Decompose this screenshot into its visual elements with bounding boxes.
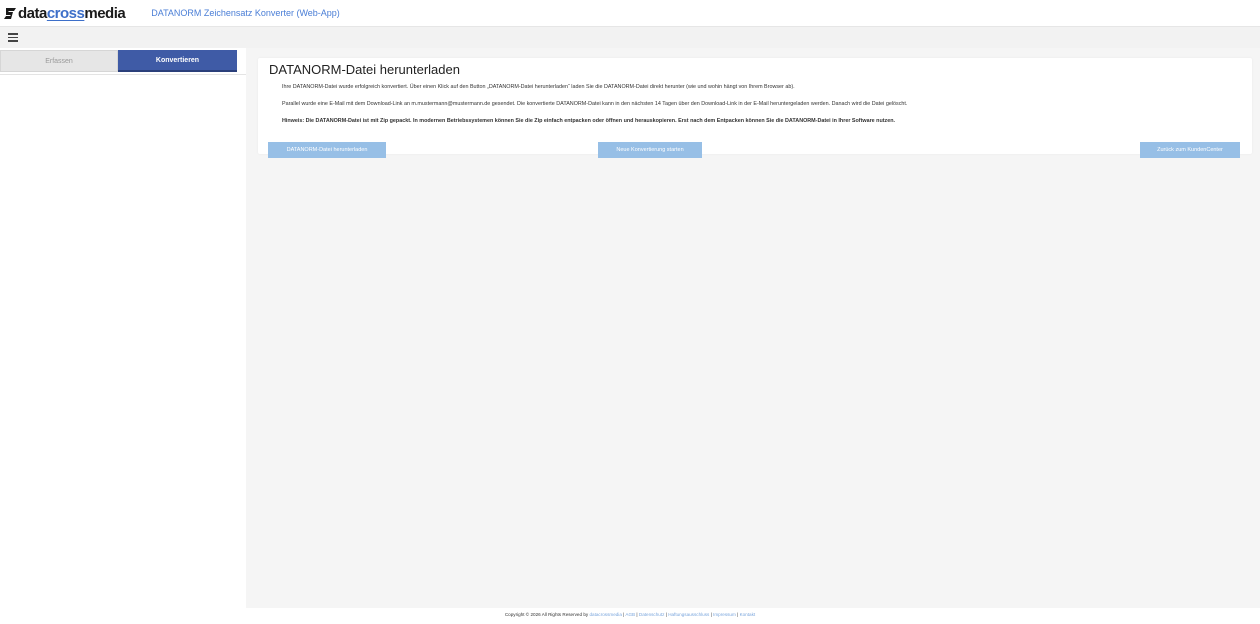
footer-sep: | [737,612,739,617]
footer-link-brand[interactable]: datacrossmedia [589,612,621,617]
sidebar: Erfassen Konvertieren [0,48,247,608]
page-title: DATANORM-Datei herunterladen [269,62,460,77]
hamburger-icon[interactable] [8,33,18,42]
success-text: Ihre DATANORM-Datei wurde erfolgreich ko… [282,84,795,90]
download-button[interactable]: DATANORM-Datei herunterladen [268,142,386,158]
brand-logo-icon [4,7,16,19]
footer-sep: | [710,612,712,617]
new-conversion-button[interactable]: Neue Konvertierung starten [598,142,702,158]
top-header: data cross media DATANORM Zeichensatz Konv… [0,0,1260,27]
footer-sep: | [665,612,667,617]
main-content: DATANORM-Datei herunterladen Ihre DATANO… [246,48,1260,608]
brand-text-data: data [18,4,47,22]
brand-text-media: media [84,4,126,22]
zip-hint-text: Hinweis: Die DATANORM-Datei ist mit Zip … [282,118,896,124]
sidebar-divider [0,74,246,75]
sidebar-tabs: Erfassen Konvertieren [0,50,246,72]
download-card: DATANORM-Datei herunterladen Ihre DATANO… [258,58,1252,158]
brand-text-cross: cross [46,4,85,22]
toolbar [0,27,1260,49]
copyright-text: Copyright © 2026 All Rights Reserved by [504,612,589,617]
email-info-text: Parallel wurde eine E-Mail mit dem Downl… [282,101,908,107]
footer-link-kontakt[interactable]: Kontakt [740,612,756,617]
footer-link-datenschutz[interactable]: Datenschutz [639,612,665,617]
back-to-customercenter-button[interactable]: Zurück zum KundenCenter [1140,142,1240,158]
footer-sep: | [636,612,638,617]
app-title[interactable]: DATANORM Zeichensatz Konverter (Web-App) [151,8,340,18]
footer-link-agb[interactable]: AGB [625,612,635,617]
footer: Copyright © 2026 All Rights Reserved by … [0,612,1260,617]
tab-konvertieren[interactable]: Konvertieren [118,50,237,72]
footer-link-haftungsausschluss[interactable]: Haftungsausschluss [668,612,709,617]
brand-logo[interactable]: data cross media [4,4,126,22]
footer-link-impressum[interactable]: Impressum [713,612,736,617]
tab-erfassen[interactable]: Erfassen [0,50,118,72]
